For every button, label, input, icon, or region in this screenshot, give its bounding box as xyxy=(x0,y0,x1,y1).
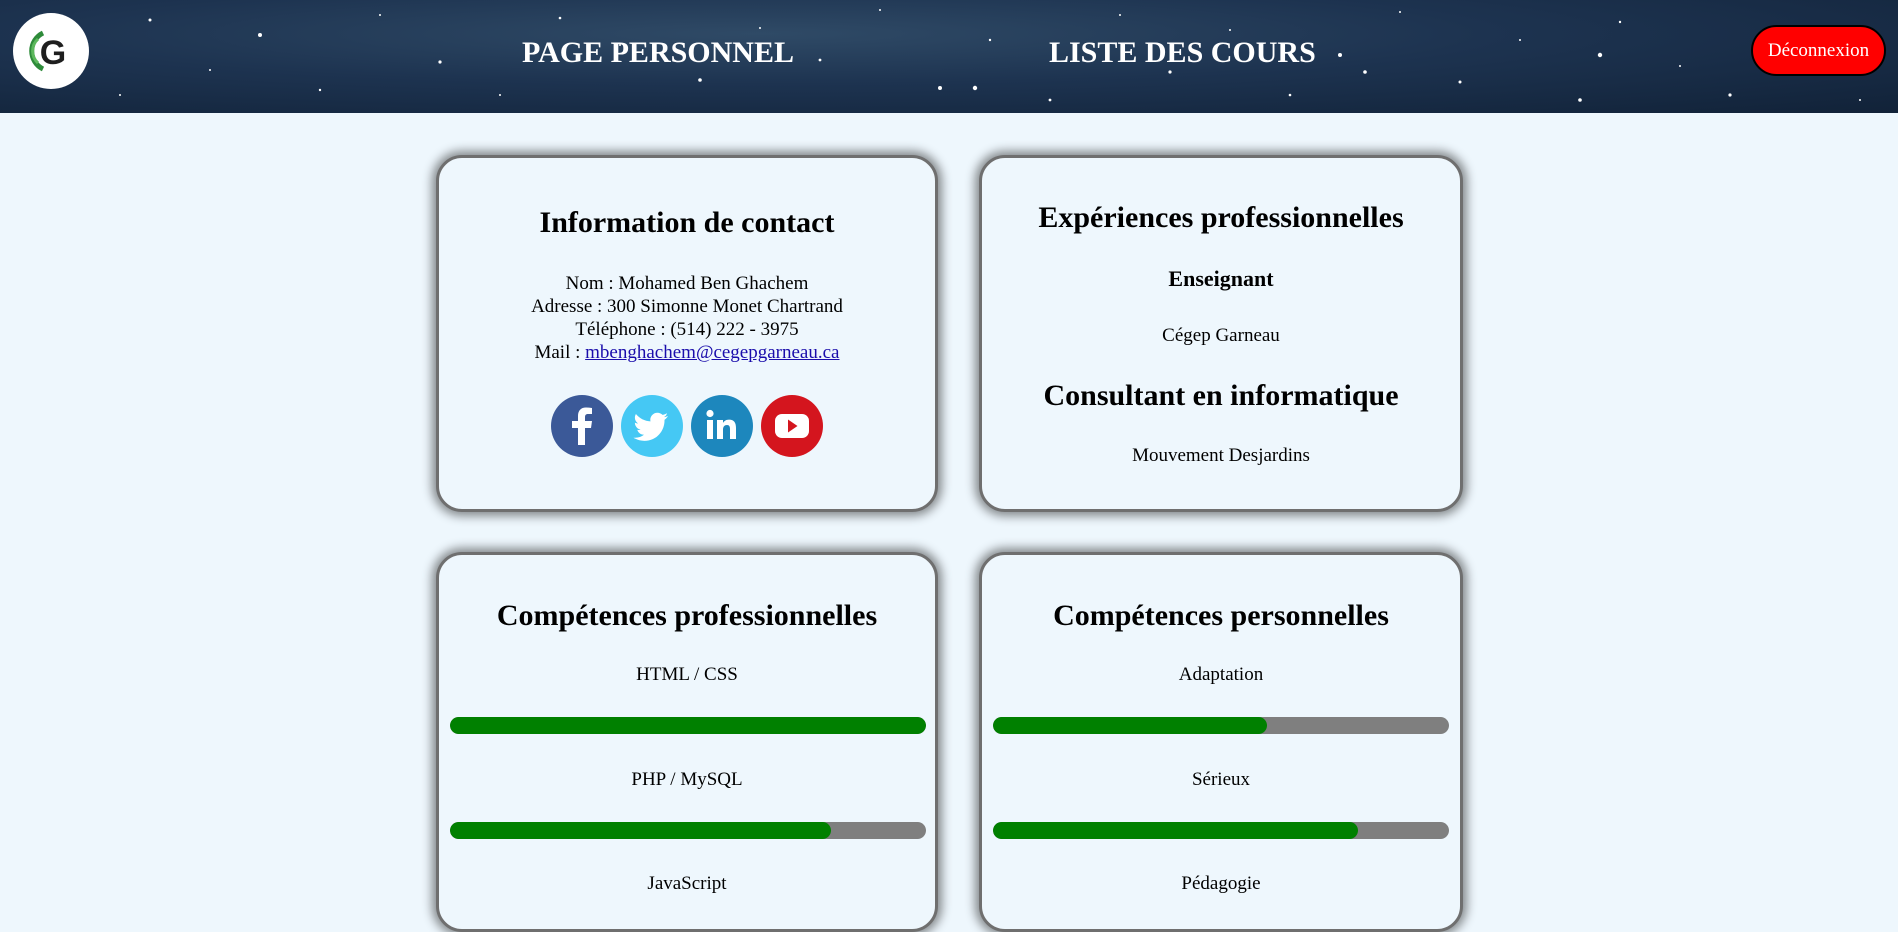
experience-place: Mouvement Desjardins xyxy=(1132,445,1310,466)
experience-role: Enseignant xyxy=(1168,266,1274,291)
svg-text:G: G xyxy=(40,34,66,72)
skill-label: Pédagogie xyxy=(1181,873,1261,894)
skill-progress-fill xyxy=(993,717,1267,734)
pro-skills-card: Compétences professionnelles HTML / CSS … xyxy=(436,552,938,932)
skill-progress-bar xyxy=(993,822,1449,839)
logout-button[interactable]: Déconnexion xyxy=(1751,25,1886,76)
cegep-logo[interactable]: G xyxy=(13,13,89,89)
nav-page-personnel[interactable]: PAGE PERSONNEL xyxy=(522,36,794,70)
skill-progress-bar xyxy=(993,717,1449,734)
contact-mail-prefix: Mail : xyxy=(534,342,586,363)
contact-name: Nom : Mohamed Ben Ghachem xyxy=(565,273,809,294)
contact-title: Information de contact xyxy=(539,206,835,239)
experiences-card: Expériences professionnelles Enseignant … xyxy=(979,155,1463,512)
perso-skills-title: Compétences personnelles xyxy=(1053,599,1389,632)
skill-progress-bar xyxy=(450,822,926,839)
youtube-link[interactable] xyxy=(761,395,823,457)
skill-label: PHP / MySQL xyxy=(631,769,743,790)
twitter-link[interactable] xyxy=(621,395,683,457)
skill-progress-bar xyxy=(450,717,926,734)
social-links xyxy=(439,395,935,457)
youtube-icon xyxy=(775,414,809,438)
experience-role: Consultant en informatique xyxy=(1043,379,1399,412)
skill-label: HTML / CSS xyxy=(636,664,738,685)
skill-progress-fill xyxy=(450,822,831,839)
facebook-icon xyxy=(572,407,592,445)
contact-address: Adresse : 300 Simonne Monet Chartrand xyxy=(531,296,843,317)
skill-label: Adaptation xyxy=(1178,664,1264,685)
contact-card: Information de contact Nom : Mohamed Ben… xyxy=(436,155,938,512)
skill-progress-fill xyxy=(993,822,1358,839)
nav-liste-des-cours[interactable]: LISTE DES COURS xyxy=(1049,36,1316,70)
perso-skills-card: Compétences personnelles Adaptation Séri… xyxy=(979,552,1463,932)
garneau-logo-icon: G xyxy=(29,30,66,72)
experiences-title: Expériences professionnelles xyxy=(1038,201,1404,234)
twitter-icon xyxy=(633,412,668,441)
linkedin-icon xyxy=(706,409,736,439)
header-banner: G PAGE PERSONNEL LISTE DES COURS Déconne… xyxy=(0,0,1898,113)
skill-progress-fill xyxy=(450,717,926,734)
experience-place: Cégep Garneau xyxy=(1162,325,1280,346)
pro-skills-title: Compétences professionnelles xyxy=(496,599,878,632)
contact-phone: Téléphone : (514) 222 - 3975 xyxy=(575,319,799,340)
contact-mail-line: Mail : mbenghachem@cegepgarneau.ca xyxy=(439,341,935,364)
contact-mail-link[interactable]: mbenghachem@cegepgarneau.ca xyxy=(585,342,839,363)
facebook-link[interactable] xyxy=(551,395,613,457)
linkedin-link[interactable] xyxy=(691,395,753,457)
starfield-background xyxy=(119,9,1861,102)
skill-label: JavaScript xyxy=(647,873,727,894)
skill-label: Sérieux xyxy=(1191,769,1251,790)
